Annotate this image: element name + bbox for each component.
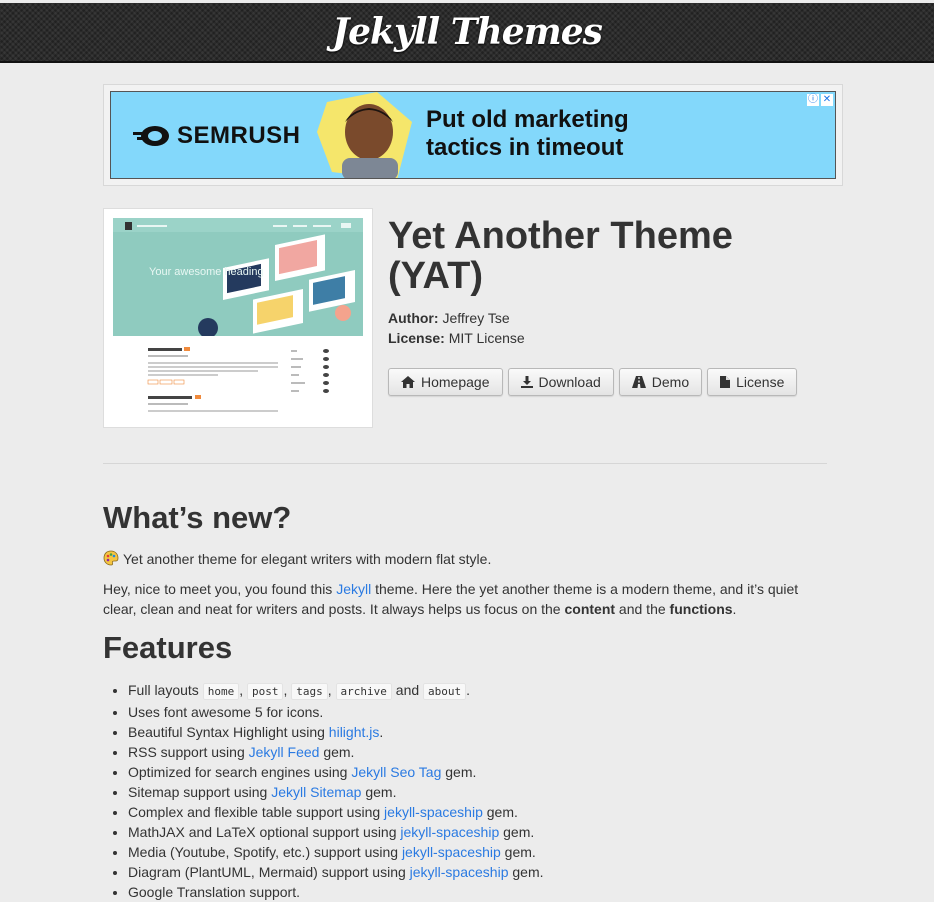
list-item: Full layouts home, post, tags, archive a… bbox=[128, 680, 544, 702]
ad-banner[interactable]: SEMRUSH Put old marketing tactics in tim… bbox=[110, 91, 836, 179]
download-icon bbox=[520, 376, 533, 388]
license-name: MIT License bbox=[448, 330, 525, 346]
list-item-text: gem. bbox=[499, 824, 535, 840]
layout-code: home bbox=[202, 683, 240, 700]
semrush-logo-icon bbox=[133, 124, 171, 148]
layout-code: post bbox=[246, 683, 284, 700]
thumbnail-hero-text: Your awesome heading bbox=[149, 266, 264, 278]
homepage-button[interactable]: Homepage bbox=[388, 368, 503, 396]
list-item-text: gem. bbox=[441, 764, 477, 780]
list-item-text: gem. bbox=[482, 804, 518, 820]
description-bold: content bbox=[564, 601, 616, 617]
home-icon bbox=[401, 376, 415, 388]
ad-child-photo bbox=[317, 92, 417, 178]
list-item-text: Sitemap support using bbox=[128, 784, 272, 800]
road-icon bbox=[631, 376, 646, 388]
ad-headline: Put old marketing tactics in timeout bbox=[426, 106, 629, 161]
jekyll-feed-link[interactable]: Jekyll Feed bbox=[249, 744, 320, 760]
thumbnail-hero: Your awesome heading bbox=[113, 218, 363, 336]
list-item: Optimized for search engines using Jekyl… bbox=[128, 762, 544, 782]
list-item: Media (Youtube, Spotify, etc.) support u… bbox=[128, 842, 544, 862]
section-divider bbox=[103, 463, 827, 464]
list-item-text: MathJAX and LaTeX optional support using bbox=[128, 824, 401, 840]
description-paragraph: Hey, nice to meet you, you found this Je… bbox=[103, 579, 823, 619]
license-button[interactable]: License bbox=[707, 368, 798, 396]
author-line: Author: Jeffrey Tse bbox=[388, 310, 510, 326]
thumbnail-body bbox=[113, 336, 363, 421]
layout-code: tags bbox=[291, 683, 328, 700]
list-item-text: gem. bbox=[508, 864, 544, 880]
list-item: Google Translation support. bbox=[128, 882, 544, 902]
list-item-text: Uses font awesome 5 for icons. bbox=[128, 704, 324, 720]
intro-paragraph: Yet another theme for elegant writers wi… bbox=[103, 549, 823, 571]
description-text: and the bbox=[615, 601, 670, 617]
layout-code: archive bbox=[335, 683, 392, 700]
theme-actions: Homepage Download Demo License bbox=[388, 368, 798, 396]
theme-title: Yet Another Theme (YAT) bbox=[388, 215, 733, 297]
list-item-text: Beautiful Syntax Highlight using bbox=[128, 724, 329, 740]
jekyll-spaceship-link[interactable]: jekyll-spaceship bbox=[400, 824, 499, 840]
list-item-text: Optimized for search engines using bbox=[128, 764, 352, 780]
list-item: Uses font awesome 5 for icons. bbox=[128, 702, 544, 722]
info-icon[interactable]: ⓘ bbox=[807, 94, 819, 106]
list-item-text: gem. bbox=[500, 844, 536, 860]
download-button[interactable]: Download bbox=[507, 368, 614, 396]
description-text: . bbox=[732, 601, 737, 617]
list-item-text: and bbox=[391, 682, 424, 698]
site-title[interactable]: Jekyll Themes bbox=[332, 11, 603, 53]
list-item-text: Full layouts bbox=[128, 682, 203, 698]
theme-screenshot[interactable]: Your awesome heading bbox=[103, 208, 373, 428]
list-item-text: RSS support using bbox=[128, 744, 249, 760]
ad-logo[interactable]: SEMRUSH bbox=[133, 122, 301, 150]
jekyll-spaceship-link[interactable]: jekyll-spaceship bbox=[402, 844, 501, 860]
features-list: Full layouts home, post, tags, archive a… bbox=[103, 680, 544, 902]
jekyll-seo-tag-link[interactable]: Jekyll Seo Tag bbox=[351, 764, 441, 780]
ad-container: SEMRUSH Put old marketing tactics in tim… bbox=[103, 84, 843, 186]
license-button-label: License bbox=[736, 374, 785, 390]
jekyll-link[interactable]: Jekyll bbox=[336, 581, 371, 597]
list-item: Beautiful Syntax Highlight using hilight… bbox=[128, 722, 544, 742]
description-text: Hey, nice to meet you, you found this bbox=[103, 581, 337, 597]
author-name: Jeffrey Tse bbox=[442, 310, 510, 326]
layout-code: about bbox=[423, 683, 467, 700]
ad-brand: SEMRUSH bbox=[177, 122, 301, 149]
jekyll-sitemap-link[interactable]: Jekyll Sitemap bbox=[271, 784, 361, 800]
download-button-label: Download bbox=[538, 374, 601, 390]
intro-text: Yet another theme for elegant writers wi… bbox=[123, 551, 492, 567]
ad-choices[interactable]: ⓘ ✕ bbox=[807, 94, 833, 106]
list-item-text: Google Translation support. bbox=[128, 884, 300, 900]
jekyll-spaceship-link[interactable]: jekyll-spaceship bbox=[410, 864, 509, 880]
license-label: License: bbox=[388, 330, 445, 346]
list-item-text: gem. bbox=[319, 744, 355, 760]
list-item-text: gem. bbox=[361, 784, 397, 800]
jekyll-spaceship-link[interactable]: jekyll-spaceship bbox=[384, 804, 483, 820]
list-item: Complex and flexible table support using… bbox=[128, 802, 544, 822]
features-heading: Features bbox=[103, 630, 233, 665]
whats-new-heading: What’s new? bbox=[103, 500, 292, 535]
list-item-text: . bbox=[379, 724, 384, 740]
description-bold: functions bbox=[669, 601, 733, 617]
list-item: Diagram (PlantUML, Mermaid) support usin… bbox=[128, 862, 544, 882]
demo-button[interactable]: Demo bbox=[618, 368, 703, 396]
author-label: Author: bbox=[388, 310, 439, 326]
demo-button-label: Demo bbox=[651, 374, 690, 390]
file-icon bbox=[720, 376, 731, 388]
list-item-text: Diagram (PlantUML, Mermaid) support usin… bbox=[128, 864, 410, 880]
homepage-button-label: Homepage bbox=[421, 374, 490, 390]
list-item-text: Complex and flexible table support using bbox=[128, 804, 385, 820]
license-line: License: MIT License bbox=[388, 330, 525, 346]
list-item-text: Media (Youtube, Spotify, etc.) support u… bbox=[128, 844, 402, 860]
palette-icon bbox=[103, 550, 119, 571]
list-item: Sitemap support using Jekyll Sitemap gem… bbox=[128, 782, 544, 802]
highlightjs-link[interactable]: hilight.js bbox=[329, 724, 380, 740]
list-item: MathJAX and LaTeX optional support using… bbox=[128, 822, 544, 842]
close-icon[interactable]: ✕ bbox=[821, 94, 833, 106]
list-item: RSS support using Jekyll Feed gem. bbox=[128, 742, 544, 762]
site-header: Jekyll Themes bbox=[0, 3, 934, 63]
